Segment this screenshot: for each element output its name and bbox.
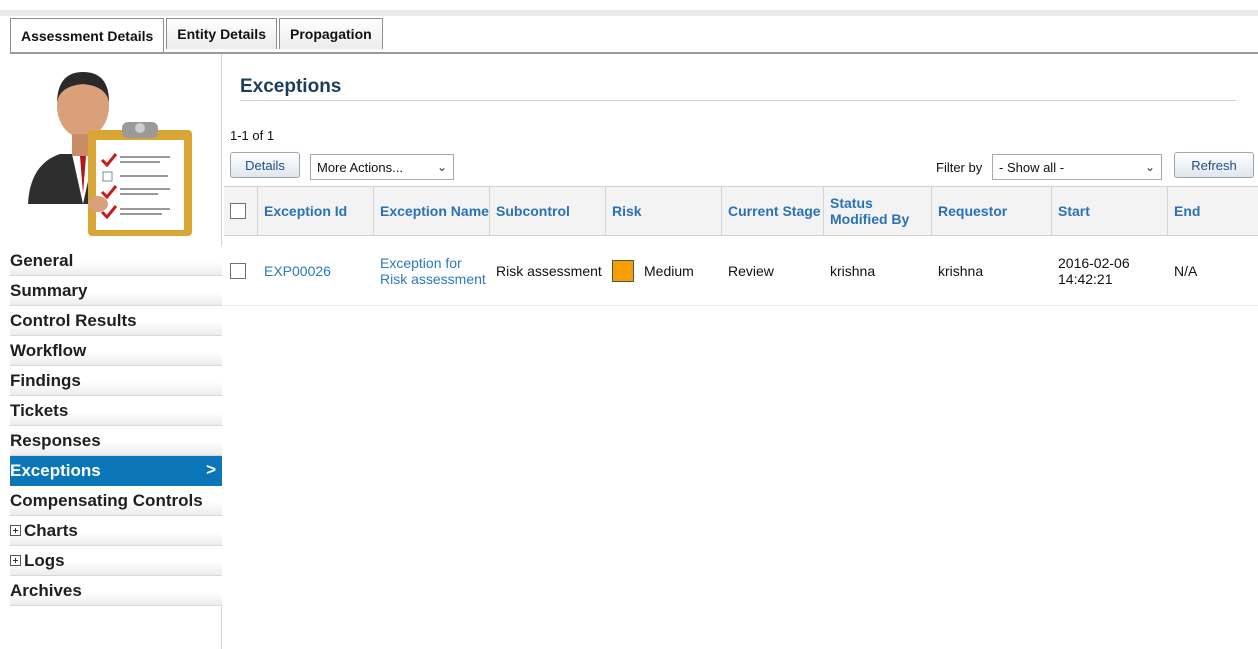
chevron-right-icon: > — [206, 460, 216, 479]
risk-level-label: Medium — [644, 262, 694, 279]
person-clipboard-icon — [28, 72, 192, 236]
subcontrol-cell: Risk assessment — [496, 262, 602, 279]
sidebar-item-charts[interactable]: Charts — [10, 516, 222, 546]
sidebar-item-label: Control Results — [10, 310, 137, 330]
sidebar-item-label: Exceptions — [10, 460, 101, 480]
title-divider — [240, 100, 1236, 101]
chevron-down-icon: ⌄ — [436, 160, 447, 174]
end-cell: N/A — [1174, 262, 1198, 279]
exception-name-link[interactable]: Exception for Risk assessment — [380, 255, 490, 287]
risk-level-swatch — [612, 259, 634, 282]
chevron-down-icon: ⌄ — [1144, 160, 1155, 174]
table-row: EXP00026 Exception for Risk assessment R… — [224, 236, 1258, 306]
column-header-exception-name[interactable]: Exception Name — [374, 187, 490, 235]
sidebar-item-label: Tickets — [10, 400, 69, 420]
row-checkbox-cell — [224, 236, 258, 305]
column-header-subcontrol[interactable]: Subcontrol — [490, 187, 606, 235]
sidebar-item-workflow[interactable]: Workflow — [10, 336, 222, 366]
more-actions-dropdown[interactable]: More Actions... ⌄ — [310, 154, 454, 180]
requestor-cell: krishna — [938, 262, 984, 279]
sidebar-item-label: General — [10, 250, 74, 270]
sidebar-item-tickets[interactable]: Tickets — [10, 396, 222, 426]
tab-entity-details[interactable]: Entity Details — [166, 18, 277, 49]
sidebar-nav: General Summary Control Results Workflow… — [10, 246, 222, 606]
sidebar-item-summary[interactable]: Summary — [10, 276, 222, 306]
sidebar-item-logs[interactable]: Logs — [10, 546, 222, 576]
details-button[interactable]: Details — [230, 152, 300, 178]
risk-cell: Medium — [606, 236, 722, 305]
details-button-label: Details — [245, 157, 285, 173]
column-header-requestor[interactable]: Requestor — [932, 187, 1052, 235]
tab-assessment-details[interactable]: Assessment Details — [10, 18, 165, 53]
status-modified-by-cell: krishna — [830, 262, 876, 279]
start-cell: 2016-02-06 14:42:21 — [1058, 254, 1130, 287]
exception-id-cell: EXP00026 — [258, 236, 374, 305]
select-all-checkbox[interactable] — [230, 203, 246, 219]
current-stage-cell: Review — [728, 262, 774, 279]
sidebar-item-general[interactable]: General — [10, 246, 222, 276]
exception-id-link[interactable]: EXP00026 — [264, 263, 331, 279]
sidebar-item-control-results[interactable]: Control Results — [10, 306, 222, 336]
refresh-button[interactable]: Refresh — [1174, 152, 1254, 178]
sidebar-item-responses[interactable]: Responses — [10, 426, 222, 456]
sidebar-item-label: Archives — [10, 580, 82, 600]
row-checkbox[interactable] — [230, 262, 246, 279]
sidebar-item-label: Compensating Controls — [10, 490, 203, 510]
sidebar-item-label: Logs — [24, 550, 65, 570]
sidebar-item-label: Workflow — [10, 340, 87, 360]
refresh-button-label: Refresh — [1191, 157, 1237, 173]
tab-propagation[interactable]: Propagation — [279, 18, 383, 49]
filter-label: Filter by — [936, 160, 983, 175]
column-header-status-modified-by[interactable]: Status Modified By — [824, 187, 932, 235]
column-header-start[interactable]: Start — [1052, 187, 1168, 235]
filter-select-value: - Show all - — [999, 159, 1065, 175]
table-header: Exception Id Exception Name Subcontrol R… — [224, 186, 1258, 236]
sidebar-item-label: Summary — [10, 280, 88, 300]
sidebar-item-label: Responses — [10, 430, 101, 450]
record-count: 1-1 of 1 — [230, 128, 275, 143]
expand-plus-icon[interactable] — [10, 525, 21, 536]
sidebar-item-compensating-controls[interactable]: Compensating Controls — [10, 486, 222, 516]
sidebar: General Summary Control Results Workflow… — [10, 54, 222, 649]
sidebar-item-label: Findings — [10, 370, 81, 390]
header-select-all-cell — [224, 187, 258, 235]
sidebar-item-findings[interactable]: Findings — [10, 366, 222, 396]
column-header-end[interactable]: End — [1168, 187, 1258, 235]
main-panel: Exceptions 1-1 of 1 Details More Actions… — [222, 54, 1258, 649]
expand-plus-icon[interactable] — [10, 555, 21, 566]
column-header-current-stage[interactable]: Current Stage — [722, 187, 824, 235]
more-actions-label: More Actions... — [317, 159, 403, 175]
top-divider — [0, 10, 1258, 16]
exception-name-cell: Exception for Risk assessment — [374, 236, 490, 305]
sidebar-item-exceptions[interactable]: Exceptions > — [10, 456, 222, 486]
assessment-illustration — [10, 54, 222, 244]
page-title: Exceptions — [240, 76, 342, 97]
column-header-risk[interactable]: Risk — [606, 187, 722, 235]
sidebar-item-label: Charts — [24, 520, 78, 540]
column-header-exception-id[interactable]: Exception Id — [258, 187, 374, 235]
sidebar-item-archives[interactable]: Archives — [10, 576, 222, 606]
filter-select[interactable]: - Show all - ⌄ — [992, 154, 1162, 180]
tab-bar: Assessment Details Entity Details Propag… — [10, 18, 385, 53]
exceptions-table: Exception Id Exception Name Subcontrol R… — [224, 186, 1258, 306]
